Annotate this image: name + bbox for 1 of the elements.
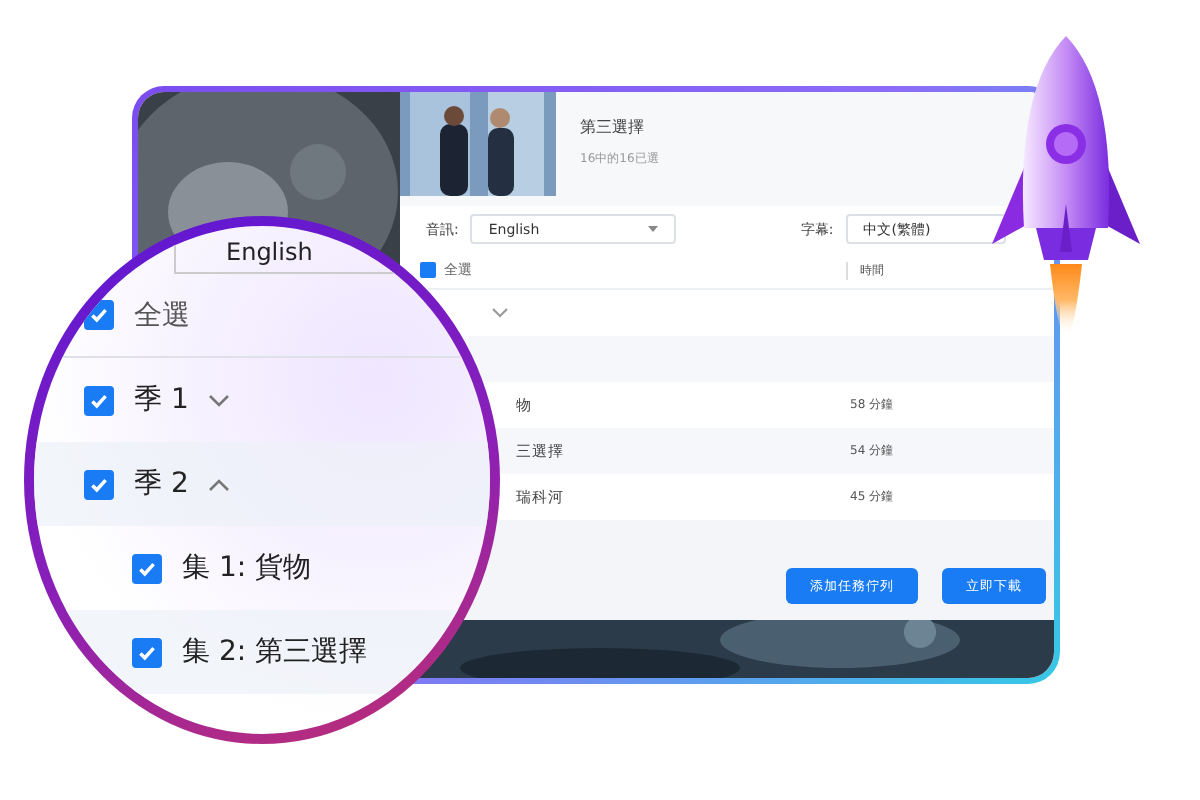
episode-title: 第三選擇	[580, 116, 646, 138]
